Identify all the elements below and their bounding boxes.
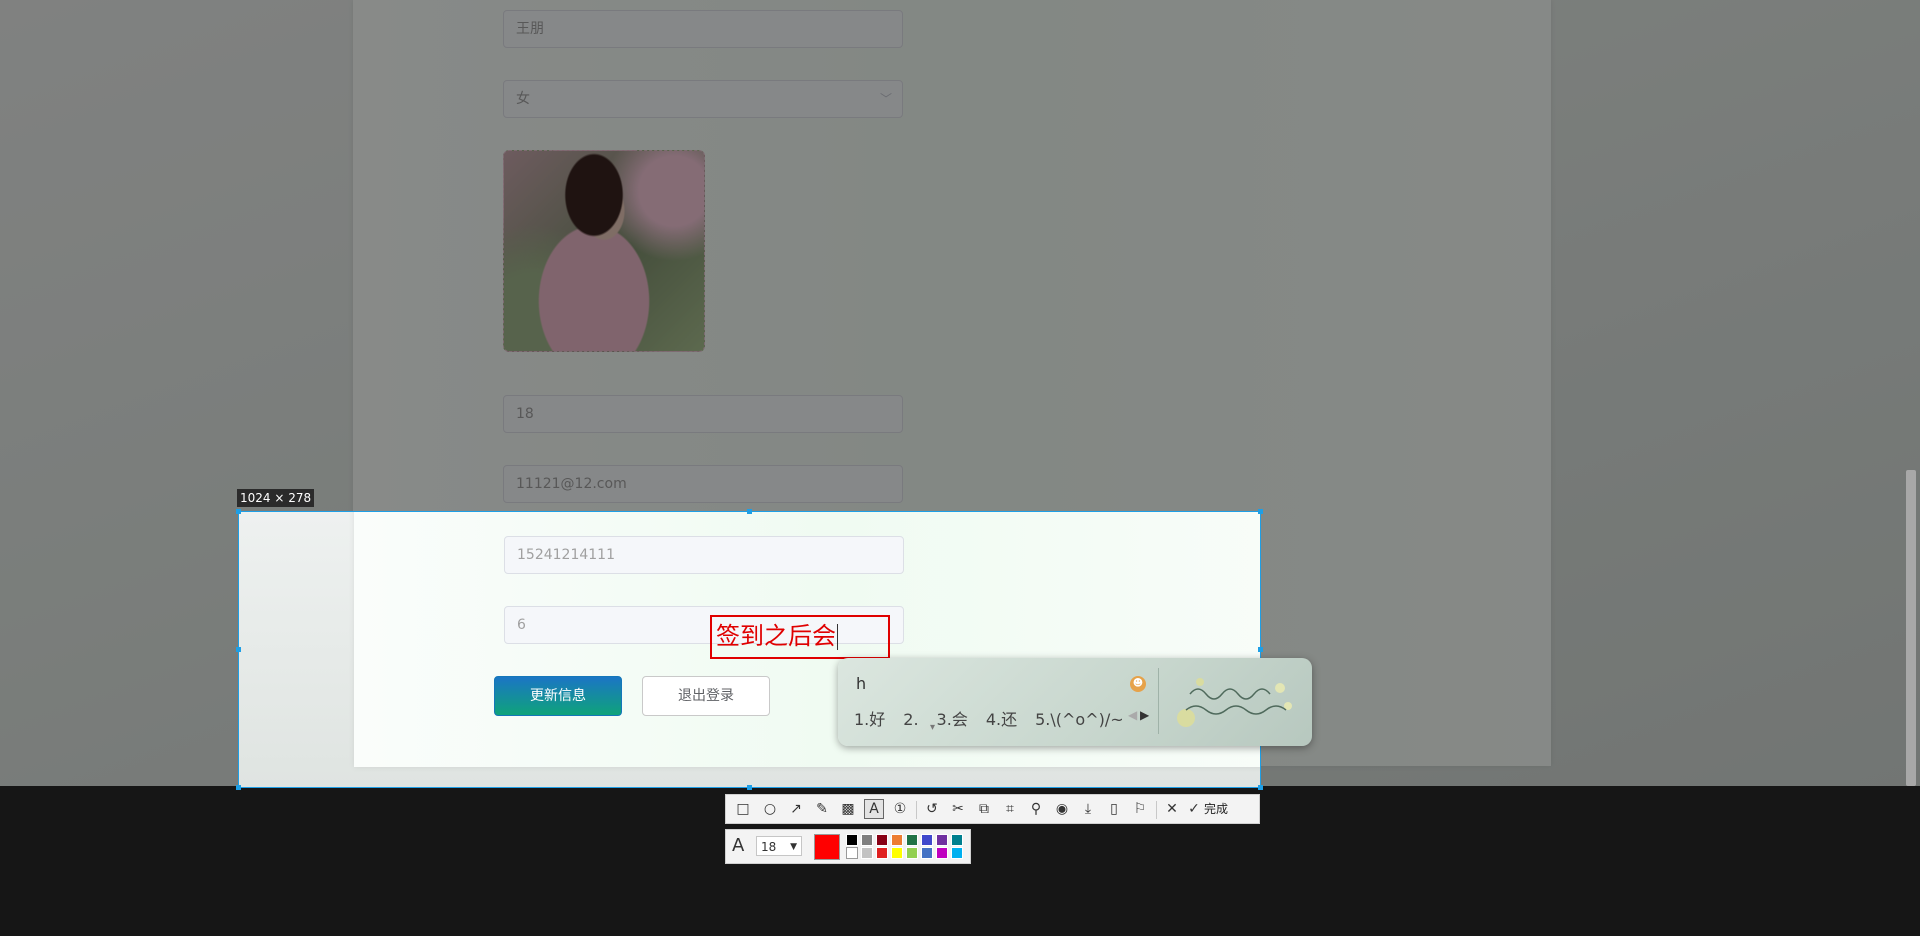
- logout-button[interactable]: 退出登录: [642, 676, 770, 716]
- color-swatch[interactable]: [951, 834, 963, 846]
- ime-candidate[interactable]: 4.还: [986, 710, 1017, 729]
- done-button[interactable]: 完成: [1204, 799, 1228, 819]
- current-color-swatch[interactable]: [814, 834, 840, 860]
- resize-handle-br[interactable]: [1258, 785, 1263, 790]
- font-size-select[interactable]: 18 ▼: [756, 836, 802, 856]
- serial-number-icon[interactable]: ①: [890, 799, 910, 819]
- selection-size-label: 1024 × 278: [237, 489, 315, 507]
- next-page-icon[interactable]: ▶: [1140, 708, 1149, 722]
- text-options-bar: A 18 ▼: [725, 829, 971, 864]
- text-icon[interactable]: A: [864, 799, 884, 819]
- ime-divider: [1158, 668, 1159, 734]
- resize-handle-t[interactable]: [747, 509, 752, 514]
- ime-composition: h: [856, 674, 867, 693]
- page-scrollbar[interactable]: [1906, 470, 1916, 786]
- font-icon: A: [732, 835, 745, 856]
- color-swatch[interactable]: [906, 847, 918, 859]
- color-swatch[interactable]: [861, 834, 873, 846]
- name-field[interactable]: 王朋: [503, 10, 903, 48]
- color-swatch[interactable]: [906, 834, 918, 846]
- ime-candidate[interactable]: 2.: [903, 710, 918, 729]
- email-field[interactable]: 11121@12.com: [503, 465, 903, 503]
- bookmark-icon[interactable]: ⚐: [1130, 799, 1150, 819]
- gender-row: 性别 女 ﹀: [353, 80, 1153, 120]
- color-swatch[interactable]: [921, 834, 933, 846]
- check-icon[interactable]: ✓: [1184, 799, 1204, 819]
- update-info-button[interactable]: 更新信息: [494, 676, 622, 716]
- resize-handle-l[interactable]: [236, 647, 241, 652]
- name-row: 姓名 王朋: [353, 10, 1153, 50]
- font-size-value: 18: [761, 840, 777, 854]
- resize-handle-tl[interactable]: [236, 509, 241, 514]
- ellipse-icon[interactable]: ○: [760, 799, 780, 819]
- capture-toolbar: □ ○ ↗ ✎ ▩ A ① ↺ ✂ ⧉ ⌗ ⚲ ◉ ⤓ ▯ ⚐ ✕ ✓ 完成: [725, 794, 1260, 824]
- caret-down-icon: ▼: [790, 842, 797, 852]
- close-icon[interactable]: ✕: [1162, 799, 1182, 819]
- color-swatch[interactable]: [936, 847, 948, 859]
- ime-candidate-window: h ☻ 1.好 2. 3.会 4.还 5.\(^o^)/~ ▾ ◀ ▶: [838, 658, 1312, 746]
- annotation-text: 签到之后会: [716, 622, 836, 650]
- color-swatch[interactable]: [921, 847, 933, 859]
- ime-candidate[interactable]: 3.会: [937, 710, 968, 729]
- color-swatch[interactable]: [891, 847, 903, 859]
- color-swatch[interactable]: [846, 834, 858, 846]
- resize-handle-b[interactable]: [747, 785, 752, 790]
- text-annotation-box[interactable]: 签到之后会: [710, 615, 890, 659]
- ime-candidate[interactable]: 5.\(^o^)/~: [1035, 710, 1124, 729]
- age-row: 年龄 18: [353, 395, 1153, 435]
- age-field[interactable]: 18: [503, 395, 903, 433]
- ime-candidate[interactable]: 1.好: [854, 710, 885, 729]
- color-swatch[interactable]: [876, 834, 888, 846]
- emoji-icon[interactable]: ☻: [1130, 676, 1146, 692]
- phone-field[interactable]: 15241214111: [504, 536, 904, 574]
- rectangle-icon[interactable]: □: [733, 799, 753, 819]
- email-row: 邮箱 11121@12.com: [353, 465, 1153, 505]
- expand-candidates-icon[interactable]: ▾: [930, 722, 935, 733]
- toolbar-divider: [1156, 801, 1157, 819]
- ime-skin-artwork: [1176, 676, 1296, 728]
- chevron-down-icon: ﹀: [879, 92, 892, 106]
- toolbar-divider: [916, 801, 917, 819]
- ocr-icon[interactable]: ⧉: [974, 799, 994, 819]
- save-icon[interactable]: ⤓: [1078, 799, 1098, 819]
- phone-row: 手机 15241214111: [354, 536, 1154, 576]
- mosaic-icon[interactable]: ▩: [838, 799, 858, 819]
- color-swatch[interactable]: [951, 847, 963, 859]
- gender-select[interactable]: 女 ﹀: [503, 80, 903, 118]
- record-icon[interactable]: ◉: [1052, 799, 1072, 819]
- text-caret: [837, 624, 838, 650]
- arrow-icon[interactable]: ↗: [786, 799, 806, 819]
- color-swatch[interactable]: [846, 847, 858, 859]
- cut-icon[interactable]: ✂: [948, 799, 968, 819]
- ime-skin-decoration-icon: [1177, 678, 1292, 727]
- color-swatch[interactable]: [936, 834, 948, 846]
- ime-candidates: 1.好 2. 3.会 4.还 5.\(^o^)/~: [854, 706, 1142, 730]
- color-swatch[interactable]: [876, 847, 888, 859]
- color-swatch[interactable]: [861, 847, 873, 859]
- pin-icon[interactable]: ⚲: [1026, 799, 1046, 819]
- undo-icon[interactable]: ↺: [922, 799, 942, 819]
- resize-handle-tr[interactable]: [1258, 509, 1263, 514]
- prev-page-icon[interactable]: ◀: [1128, 708, 1137, 722]
- gender-value: 女: [516, 91, 530, 107]
- resize-handle-bl[interactable]: [236, 785, 241, 790]
- avatar-row: 头像: [353, 150, 1153, 190]
- avatar-image[interactable]: [503, 150, 705, 352]
- resize-handle-r[interactable]: [1258, 647, 1263, 652]
- scan-icon[interactable]: ⌗: [1000, 799, 1020, 819]
- pencil-icon[interactable]: ✎: [812, 799, 832, 819]
- long-screenshot-icon[interactable]: ▯: [1104, 799, 1124, 819]
- color-swatch[interactable]: [891, 834, 903, 846]
